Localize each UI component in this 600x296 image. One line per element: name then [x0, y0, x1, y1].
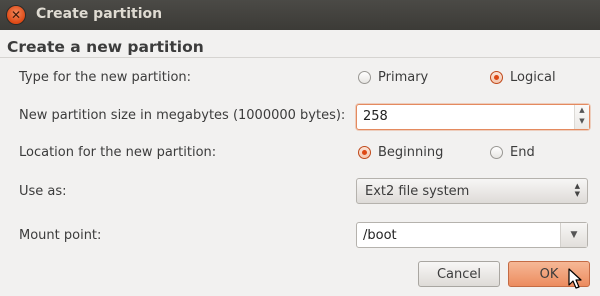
- spin-down-icon[interactable]: ▼: [575, 116, 589, 127]
- use-as-label: Use as:: [19, 184, 67, 199]
- radio-beginning-label: Beginning: [378, 145, 444, 160]
- chevron-down-icon[interactable]: ▼: [560, 223, 587, 247]
- use-as-combobox[interactable]: Ext2 file system ▲ ▼: [356, 178, 588, 204]
- radio-beginning[interactable]: Beginning: [358, 145, 443, 160]
- window-title: Create partition: [36, 6, 163, 22]
- radio-indicator-checked: [358, 146, 371, 159]
- cancel-button[interactable]: Cancel: [418, 261, 500, 287]
- radio-logical[interactable]: Logical: [490, 70, 556, 85]
- window-titlebar: ✕ Create partition: [0, 0, 600, 30]
- mount-point-label: Mount point:: [19, 228, 102, 243]
- radio-indicator: [490, 146, 503, 159]
- use-as-value: Ext2 file system: [365, 184, 470, 199]
- radio-primary[interactable]: Primary: [358, 70, 428, 85]
- radio-end[interactable]: End: [490, 145, 535, 160]
- size-value[interactable]: 258: [363, 109, 388, 124]
- radio-end-label: End: [510, 145, 535, 160]
- location-label: Location for the new partition:: [19, 145, 217, 160]
- type-label: Type for the new partition:: [19, 70, 192, 85]
- radio-indicator: [358, 71, 371, 84]
- size-label: New partition size in megabytes (1000000…: [19, 108, 346, 123]
- mount-point-combobox[interactable]: /boot ▼: [356, 222, 588, 248]
- heading-divider: [0, 57, 600, 58]
- spin-arrows[interactable]: ▲ ▼: [574, 105, 589, 129]
- radio-indicator-checked: [490, 71, 503, 84]
- combo-arrows-icon: ▲ ▼: [574, 182, 580, 198]
- close-icon[interactable]: ✕: [7, 6, 25, 24]
- dialog-heading: Create a new partition: [7, 38, 204, 56]
- radio-logical-label: Logical: [510, 70, 556, 85]
- dialog-content: Create a new partition Type for the new …: [0, 30, 600, 296]
- size-spinbutton[interactable]: 258 ▲ ▼: [356, 104, 590, 130]
- spin-up-icon[interactable]: ▲: [575, 105, 589, 116]
- mouse-pointer-icon: [568, 268, 582, 289]
- mount-point-value[interactable]: /boot: [363, 228, 397, 243]
- radio-primary-label: Primary: [378, 70, 429, 85]
